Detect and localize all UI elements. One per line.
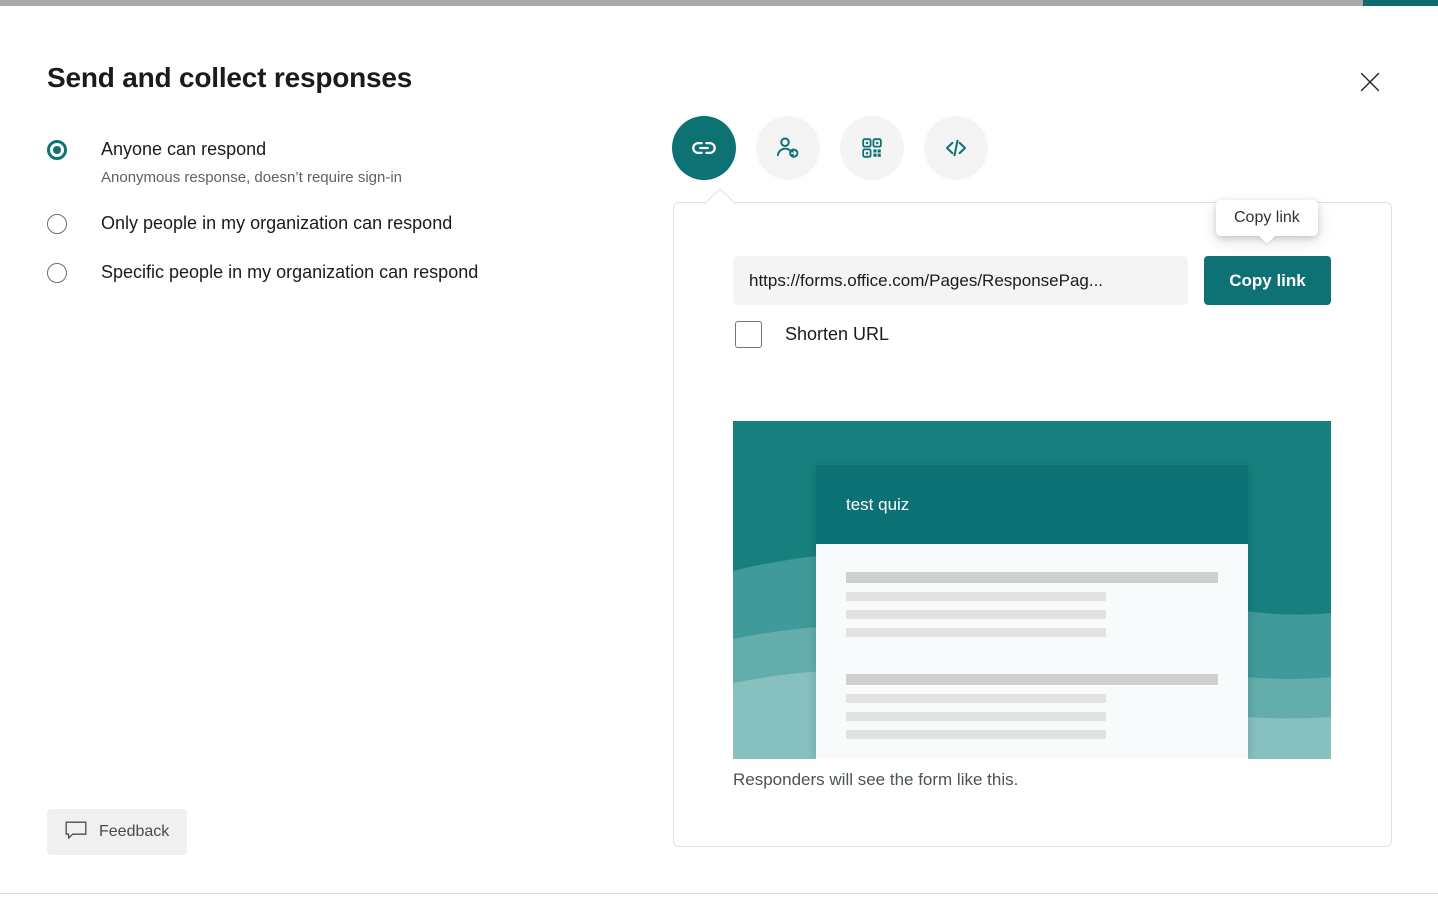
radio-mark-icon: [47, 263, 67, 283]
share-method-tabs: [672, 116, 988, 180]
radio-option-anyone-can-respond[interactable]: Anyone can respond Anonymous response, d…: [47, 134, 627, 190]
dialog-bottom-divider: [0, 893, 1438, 894]
preview-form-card: test quiz: [816, 465, 1248, 759]
radio-option-description: Anonymous response, doesn’t require sign…: [101, 169, 402, 186]
radio-option-label: Anyone can respond: [101, 139, 266, 159]
radio-option-label: Only people in my organization can respo…: [101, 213, 452, 233]
audience-radio-group: Anyone can respond Anonymous response, d…: [47, 134, 627, 289]
skeleton-line: [846, 730, 1106, 739]
tab-share-link[interactable]: [672, 116, 736, 180]
copy-link-tooltip: Copy link: [1216, 200, 1318, 236]
radio-option-only-people-in-my-organization[interactable]: Only people in my organization can respo…: [47, 208, 627, 240]
preview-form-title: test quiz: [846, 495, 909, 515]
form-preview-thumbnail: test quiz: [733, 421, 1331, 759]
skeleton-line: [846, 694, 1106, 703]
radio-option-label: Specific people in my organization can r…: [101, 262, 478, 282]
close-icon: [1359, 71, 1381, 93]
link-icon: [689, 133, 719, 163]
send-and-collect-responses-dialog: Send and collect responses Anyone can re…: [0, 6, 1438, 893]
shorten-url-checkbox-row[interactable]: Shorten URL: [735, 321, 889, 348]
skeleton-line: [846, 712, 1106, 721]
tab-qr-code[interactable]: [840, 116, 904, 180]
page-title: Send and collect responses: [47, 62, 412, 94]
skeleton-line: [846, 610, 1106, 619]
preview-form-card-header: test quiz: [816, 465, 1248, 544]
radio-mark-selected-icon: [47, 140, 67, 160]
preview-caption: Responders will see the form like this.: [733, 770, 1018, 790]
radio-option-specific-people-in-my-organization[interactable]: Specific people in my organization can r…: [47, 257, 627, 289]
feedback-label: Feedback: [99, 823, 169, 841]
form-link-input[interactable]: [733, 256, 1188, 305]
preview-form-card-body: [816, 544, 1248, 739]
shorten-url-label: Shorten URL: [785, 324, 889, 345]
shorten-url-checkbox[interactable]: [735, 321, 762, 348]
person-share-icon: [773, 133, 803, 163]
embed-code-icon: [941, 133, 971, 163]
speech-bubble-icon: [65, 821, 87, 844]
skeleton-line: [846, 592, 1106, 601]
skeleton-heading: [846, 572, 1218, 583]
skeleton-line: [846, 628, 1106, 637]
qr-code-icon: [858, 134, 886, 162]
radio-mark-icon: [47, 214, 67, 234]
tab-invite-people[interactable]: [756, 116, 820, 180]
close-button[interactable]: [1349, 61, 1391, 103]
feedback-button[interactable]: Feedback: [47, 809, 187, 855]
copy-link-button[interactable]: Copy link: [1204, 256, 1331, 305]
skeleton-heading: [846, 674, 1218, 685]
tab-embed-code[interactable]: [924, 116, 988, 180]
skeleton-group-gap: [846, 646, 1218, 674]
